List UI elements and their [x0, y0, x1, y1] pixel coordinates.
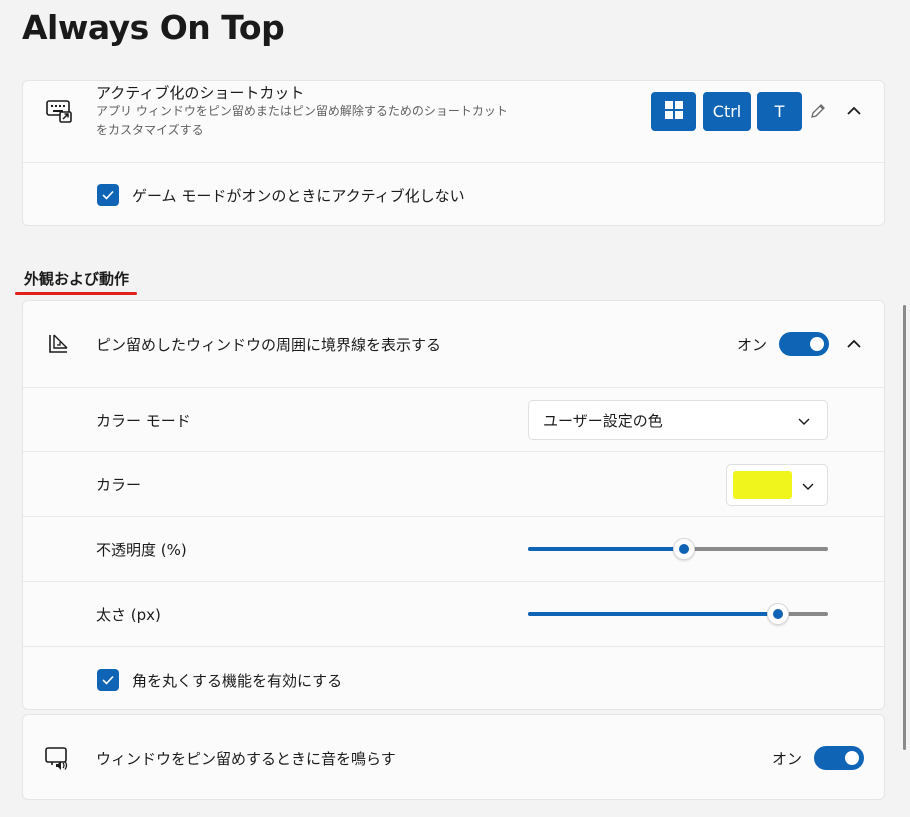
color-swatch [733, 471, 792, 499]
thickness-slider-fill [528, 612, 778, 616]
pencil-icon[interactable] [806, 99, 830, 123]
win-key-button[interactable] [651, 92, 696, 131]
t-key-button[interactable]: T [757, 92, 802, 131]
opacity-slider[interactable] [528, 538, 828, 560]
chevron-up-icon[interactable] [842, 99, 866, 123]
color-mode-row: カラー モード ユーザー設定の色 [23, 387, 884, 451]
keyboard-shortcut-icon [45, 97, 73, 125]
windows-logo-icon [664, 100, 683, 123]
color-mode-dropdown[interactable]: ユーザー設定の色 [528, 400, 828, 440]
highlight-underline [15, 292, 137, 295]
chevron-down-icon [797, 413, 811, 432]
color-row: カラー [23, 451, 884, 516]
page-title: Always On Top [22, 8, 285, 47]
opacity-slider-fill [528, 547, 684, 551]
opacity-row: 不透明度 (%) [23, 516, 884, 581]
color-label: カラー [96, 476, 142, 494]
border-toggle-switch[interactable] [779, 332, 829, 356]
rounded-corners-row: 角を丸くする機能を有効にする [23, 646, 884, 709]
shortcut-card: アクティブ化のショートカット アプリ ウィンドウをピン留めまたはピン留め解除する… [22, 80, 885, 226]
checkmark-icon [102, 190, 114, 200]
game-mode-label: ゲーム モードがオンのときにアクティブ化しない [132, 187, 465, 205]
pinned-window-border-icon [45, 330, 73, 358]
color-mode-label: カラー モード [96, 412, 191, 430]
border-card: ピン留めしたウィンドウの周囲に境界線を表示する オン カラー モード ユーザー設… [22, 300, 885, 710]
border-toggle-label: ピン留めしたウィンドウの周囲に境界線を表示する [96, 336, 442, 354]
shortcut-description-line2: をカスタマイズする [96, 123, 204, 137]
thickness-label: 太さ (px) [96, 606, 161, 624]
opacity-slider-thumb[interactable] [673, 538, 695, 560]
shortcut-row[interactable]: アクティブ化のショートカット アプリ ウィンドウをピン留めまたはピン留め解除する… [23, 81, 884, 162]
window-sound-icon [43, 744, 71, 772]
rounded-corners-label: 角を丸くする機能を有効にする [132, 672, 343, 690]
checkmark-icon [102, 675, 114, 685]
sound-toggle-state: オン [772, 750, 803, 768]
ctrl-key-button[interactable]: Ctrl [703, 92, 751, 131]
game-mode-checkbox[interactable] [97, 184, 119, 206]
scrollbar[interactable] [903, 305, 906, 750]
rounded-corners-checkbox[interactable] [97, 669, 119, 691]
chevron-down-icon [801, 478, 815, 497]
color-mode-value: ユーザー設定の色 [543, 412, 663, 430]
border-toggle-state: オン [737, 336, 768, 354]
sound-card: ウィンドウをピン留めするときに音を鳴らす オン [22, 714, 885, 800]
color-picker-button[interactable] [726, 464, 828, 506]
sound-toggle-switch[interactable] [814, 746, 864, 770]
sound-toggle-label: ウィンドウをピン留めするときに音を鳴らす [96, 750, 396, 768]
game-mode-row: ゲーム モードがオンのときにアクティブ化しない [23, 162, 884, 225]
chevron-up-icon[interactable] [842, 332, 866, 356]
sound-toggle-row[interactable]: ウィンドウをピン留めするときに音を鳴らす オン [23, 715, 884, 799]
border-toggle-row[interactable]: ピン留めしたウィンドウの周囲に境界線を表示する オン [23, 301, 884, 387]
thickness-slider-thumb[interactable] [767, 603, 789, 625]
shortcut-title: アクティブ化のショートカット [96, 84, 305, 102]
opacity-label: 不透明度 (%) [96, 541, 187, 559]
thickness-row: 太さ (px) [23, 581, 884, 646]
section-title: 外観および動作 [24, 270, 130, 288]
thickness-slider[interactable] [528, 603, 828, 625]
shortcut-description-line1: アプリ ウィンドウをピン留めまたはピン留め解除するためのショートカット [96, 104, 508, 118]
